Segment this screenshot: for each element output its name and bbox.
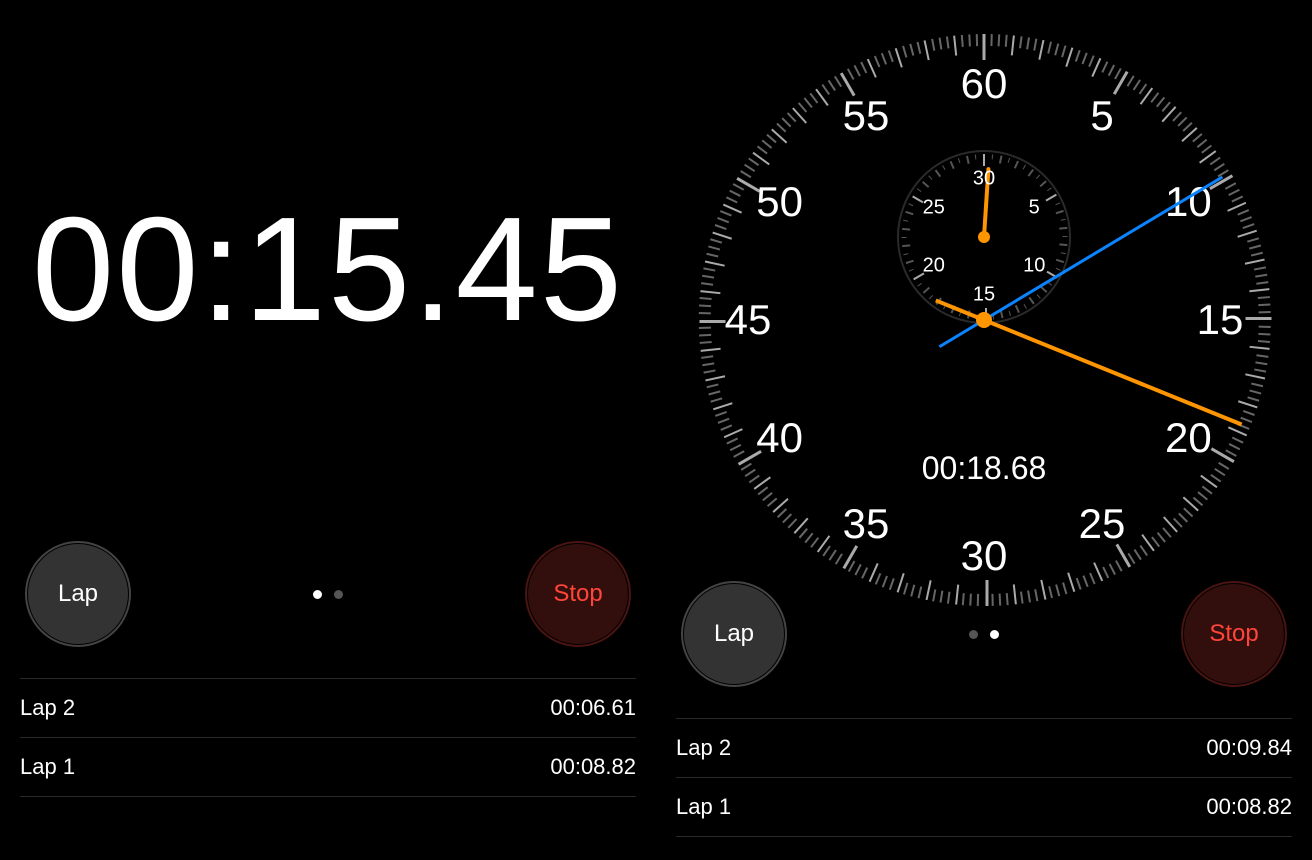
stop-button[interactable]: Stop [528,544,628,644]
subdial-number: 10 [1023,255,1045,278]
elapsed-time-analog: 00:18.68 [922,450,1047,487]
page-dot-2 [334,590,343,599]
lap-button-label: Lap [58,580,98,608]
lap-row: Lap 1 00:08.82 [676,777,1292,837]
lap-time: 00:08.82 [550,754,636,780]
dial-number: 30 [961,532,1008,580]
elapsed-time-digital: 00:15.45 [0,185,656,355]
lap-button[interactable]: Lap [28,544,128,644]
subdial-number: 20 [923,255,945,278]
lap-label: Lap 2 [676,735,731,761]
subdial-number: 25 [923,197,945,220]
controls-row: Lap Stop [0,544,656,644]
lap-label: Lap 1 [676,794,731,820]
lap-row: Lap 2 00:09.84 [676,718,1292,777]
dial-number: 60 [961,60,1008,108]
subdial-number: 5 [1029,197,1040,220]
lap-time: 00:06.61 [550,695,636,721]
lap-time: 00:08.82 [1206,794,1292,820]
stop-button-label: Stop [1209,620,1258,648]
lap-row: Lap 2 00:06.61 [20,678,636,737]
page-dot-1 [313,590,322,599]
stopwatch-analog-panel: 60 5 10 15 20 25 30 35 40 45 50 55 30 5 10 15 20 25 00:1… [656,0,1312,860]
dial-number: 20 [1165,414,1212,462]
subdial-number: 30 [973,168,995,191]
stop-button-label: Stop [553,580,602,608]
lap-label: Lap 2 [20,695,75,721]
lap-list: Lap 2 00:09.84 Lap 1 00:08.82 [676,718,1292,837]
lap-row: Lap 1 00:08.82 [20,737,636,797]
lap-button[interactable]: Lap [684,584,784,684]
dial-number: 45 [725,296,772,344]
dial-number: 35 [843,500,890,548]
lap-time: 00:09.84 [1206,735,1292,761]
page-dot-2 [990,630,999,639]
page-indicator[interactable] [313,590,343,599]
dial-number: 15 [1197,296,1244,344]
analog-dial[interactable]: 60 5 10 15 20 25 30 35 40 45 50 55 30 5 10 15 20 25 00:1… [694,30,1274,610]
stop-button[interactable]: Stop [1184,584,1284,684]
dial-number: 25 [1079,500,1126,548]
subdial-hub [978,231,990,243]
page-indicator[interactable] [969,630,999,639]
dial-number: 5 [1090,92,1113,140]
controls-row: Lap Stop [656,584,1312,684]
dial-number: 40 [756,414,803,462]
lap-button-label: Lap [714,620,754,648]
minute-subdial: 30 5 10 15 20 25 [897,150,1071,324]
lap-list: Lap 2 00:06.61 Lap 1 00:08.82 [20,678,636,797]
stopwatch-digital-panel: 00:15.45 Lap Stop Lap 2 00:06.61 Lap 1 0… [0,0,656,860]
page-dot-1 [969,630,978,639]
dial-number: 50 [756,178,803,226]
dial-number: 55 [843,92,890,140]
dial-hub [976,312,992,328]
subdial-number: 15 [973,284,995,307]
lap-label: Lap 1 [20,754,75,780]
